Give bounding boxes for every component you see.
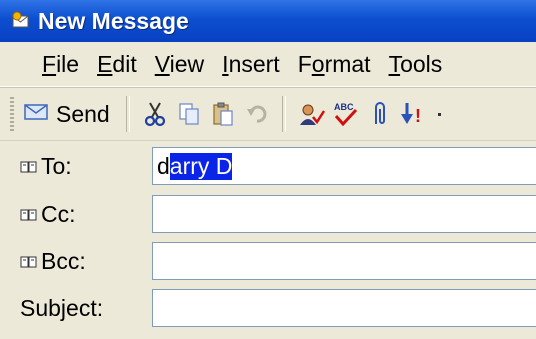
- menu-tools[interactable]: Tools: [389, 51, 443, 78]
- menu-format[interactable]: Format: [298, 51, 371, 78]
- bcc-row: Bcc:: [0, 240, 536, 282]
- menu-file-label: ile: [56, 50, 80, 77]
- send-icon: [24, 102, 50, 127]
- menu-bar: File Edit View Insert Format Tools: [0, 42, 536, 87]
- menu-format-label: rmat: [324, 50, 371, 77]
- bcc-field[interactable]: [152, 242, 536, 280]
- to-row: To: d arry D: [0, 145, 536, 187]
- cut-icon[interactable]: [138, 94, 172, 134]
- new-message-icon: [10, 10, 32, 32]
- send-button[interactable]: Send: [20, 94, 118, 134]
- new-message-window: New Message File Edit View Insert Format…: [0, 0, 536, 339]
- menu-edit-mnemonic: E: [97, 50, 113, 77]
- menu-tools-label: ools: [400, 50, 443, 77]
- address-book-icon: [20, 248, 38, 275]
- menu-file-mnemonic: F: [42, 50, 57, 77]
- to-value-text: d: [157, 152, 170, 179]
- subject-field[interactable]: [152, 289, 536, 327]
- cc-field[interactable]: [152, 195, 536, 233]
- address-book-icon: [20, 201, 38, 228]
- menu-insert-label: nsert: [228, 50, 280, 77]
- cc-row: Cc:: [0, 193, 536, 235]
- menu-view[interactable]: View: [155, 51, 204, 78]
- menu-format-mnemonic: o: [311, 50, 325, 77]
- undo-icon[interactable]: [240, 94, 274, 134]
- menu-tools-mnemonic: T: [388, 50, 401, 77]
- toolbar-grip[interactable]: [10, 97, 14, 131]
- to-value-selected: arry D: [169, 152, 233, 180]
- menu-file[interactable]: File: [42, 51, 79, 78]
- menu-edit-label: dit: [112, 50, 137, 77]
- svg-text:!: !: [415, 106, 421, 126]
- to-field[interactable]: d arry D: [152, 147, 536, 185]
- svg-text:ABC: ABC: [334, 102, 354, 112]
- check-names-icon[interactable]: [294, 94, 328, 134]
- cc-label: Cc:: [41, 200, 76, 227]
- toolbar: Send ABC !: [0, 87, 536, 140]
- subject-row: Subject:: [0, 287, 536, 329]
- to-address-book-button[interactable]: To:: [20, 145, 72, 187]
- title-bar[interactable]: New Message: [0, 0, 536, 42]
- menu-insert[interactable]: Insert: [222, 51, 280, 78]
- toolbar-separator: [281, 96, 286, 132]
- subject-label: Subject:: [20, 294, 104, 321]
- bcc-label: Bcc:: [41, 247, 86, 274]
- send-button-label: Send: [56, 100, 110, 127]
- window-title: New Message: [38, 7, 189, 34]
- cc-address-book-button[interactable]: Cc:: [20, 193, 76, 235]
- spelling-icon[interactable]: ABC: [328, 94, 362, 134]
- to-label: To:: [41, 152, 72, 179]
- menu-view-label: iew: [169, 50, 205, 77]
- address-book-icon: [20, 153, 38, 180]
- dropdown-arrow-icon[interactable]: [430, 94, 450, 134]
- priority-icon[interactable]: !: [396, 94, 430, 134]
- attach-icon[interactable]: [362, 94, 396, 134]
- message-headers: To: d arry D Cc: Bcc: Subject:: [0, 140, 536, 339]
- menu-view-mnemonic: V: [154, 50, 170, 77]
- copy-icon[interactable]: [172, 94, 206, 134]
- menu-format-pre: F: [297, 50, 312, 77]
- bcc-address-book-button[interactable]: Bcc:: [20, 240, 86, 282]
- menu-edit[interactable]: Edit: [97, 51, 137, 78]
- toolbar-separator: [125, 96, 130, 132]
- paste-icon[interactable]: [206, 94, 240, 134]
